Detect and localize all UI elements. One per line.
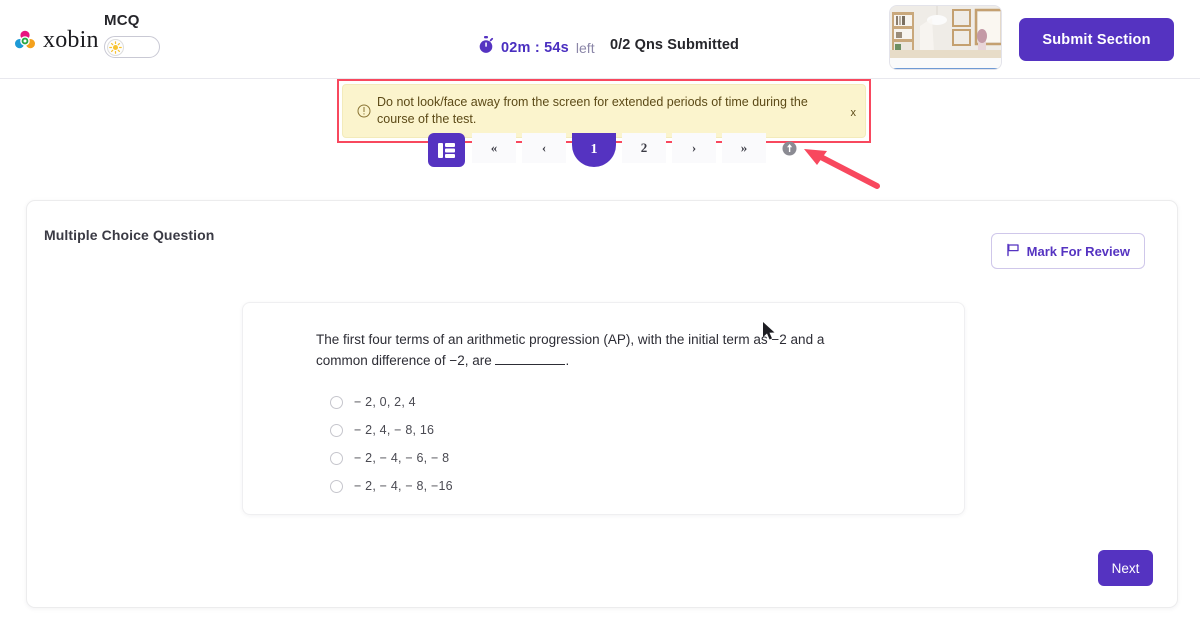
timer-suffix: left xyxy=(575,39,595,56)
option-label: − 2, − 4, − 8, −16 xyxy=(354,479,453,493)
proctoring-warning-banner: Do not look/face away from the screen fo… xyxy=(342,84,866,138)
option-row[interactable]: − 2, 0, 2, 4 xyxy=(330,388,453,416)
option-radio[interactable] xyxy=(330,395,343,409)
options-list: − 2, 0, 2, 4 − 2, 4, − 8, 16 − 2, − 4, −… xyxy=(330,388,453,500)
timer: 02m : 54s left xyxy=(478,36,595,59)
question-pagination: « ‹ 1 2 › » xyxy=(428,133,806,167)
option-row[interactable]: − 2, − 4, − 6, − 8 xyxy=(330,444,453,472)
timer-value: 02m : 54s xyxy=(501,39,569,56)
mode-switcher: MCQ xyxy=(104,12,160,58)
option-label: − 2, 0, 2, 4 xyxy=(354,395,416,409)
webcam-preview xyxy=(889,5,1002,70)
red-arrow-annotation xyxy=(795,140,890,200)
app-header: xobin MCQ 02m: 54s left 0/2 Qns Submitt… xyxy=(0,0,1200,79)
flag-icon xyxy=(1006,243,1020,260)
question-card: Multiple Choice Question Mark For Review… xyxy=(26,200,1178,608)
pagination-page-2[interactable]: 2 xyxy=(622,133,666,163)
pagination-first[interactable]: « xyxy=(472,133,516,163)
option-label: − 2, − 4, − 6, − 8 xyxy=(354,451,450,465)
option-radio[interactable] xyxy=(330,451,343,465)
mark-for-review-button[interactable]: Mark For Review xyxy=(990,233,1145,269)
submit-section-button[interactable]: Submit Section xyxy=(1019,18,1174,61)
answer-blank xyxy=(495,364,566,365)
question-line-2-post: . xyxy=(565,353,570,368)
option-row[interactable]: − 2, 4, − 8, 16 xyxy=(330,416,453,444)
option-label: − 2, 4, − 8, 16 xyxy=(354,423,435,437)
next-button[interactable]: Next xyxy=(1098,550,1153,586)
pagination-prev[interactable]: ‹ xyxy=(522,133,566,163)
pagination-page-1[interactable]: 1 xyxy=(572,133,616,167)
option-row[interactable]: − 2, − 4, − 8, −16 xyxy=(330,472,453,500)
mode-label: MCQ xyxy=(104,12,140,29)
question-type-label: Multiple Choice Question xyxy=(44,227,215,243)
brand: xobin xyxy=(14,27,99,54)
theme-toggle[interactable] xyxy=(104,36,160,58)
info-badge-icon[interactable] xyxy=(772,133,806,163)
question-text: The first four terms of an arithmetic pr… xyxy=(316,329,856,371)
mark-for-review-label: Mark For Review xyxy=(1026,243,1130,259)
option-radio[interactable] xyxy=(330,423,343,437)
questions-submitted-status: 0/2 Qns Submitted xyxy=(610,37,739,53)
question-line-2-pre: common difference of −2, are xyxy=(316,353,496,368)
info-circle-icon xyxy=(357,104,371,118)
sun-icon xyxy=(109,40,122,54)
stopwatch-icon xyxy=(478,36,494,59)
toggle-knob xyxy=(107,38,124,56)
question-line-1: The first four terms of an arithmetic pr… xyxy=(316,332,825,347)
pagination-last[interactable]: » xyxy=(722,133,766,163)
banner-close-button[interactable]: x xyxy=(851,107,857,119)
xobin-flower-logo-icon xyxy=(14,30,36,52)
pagination-next[interactable]: › xyxy=(672,133,716,163)
question-body-card: The first four terms of an arithmetic pr… xyxy=(242,302,965,515)
question-list-icon[interactable] xyxy=(428,133,465,167)
option-radio[interactable] xyxy=(330,479,343,493)
brand-name: xobin xyxy=(43,27,99,53)
banner-message: Do not look/face away from the screen fo… xyxy=(377,95,808,126)
